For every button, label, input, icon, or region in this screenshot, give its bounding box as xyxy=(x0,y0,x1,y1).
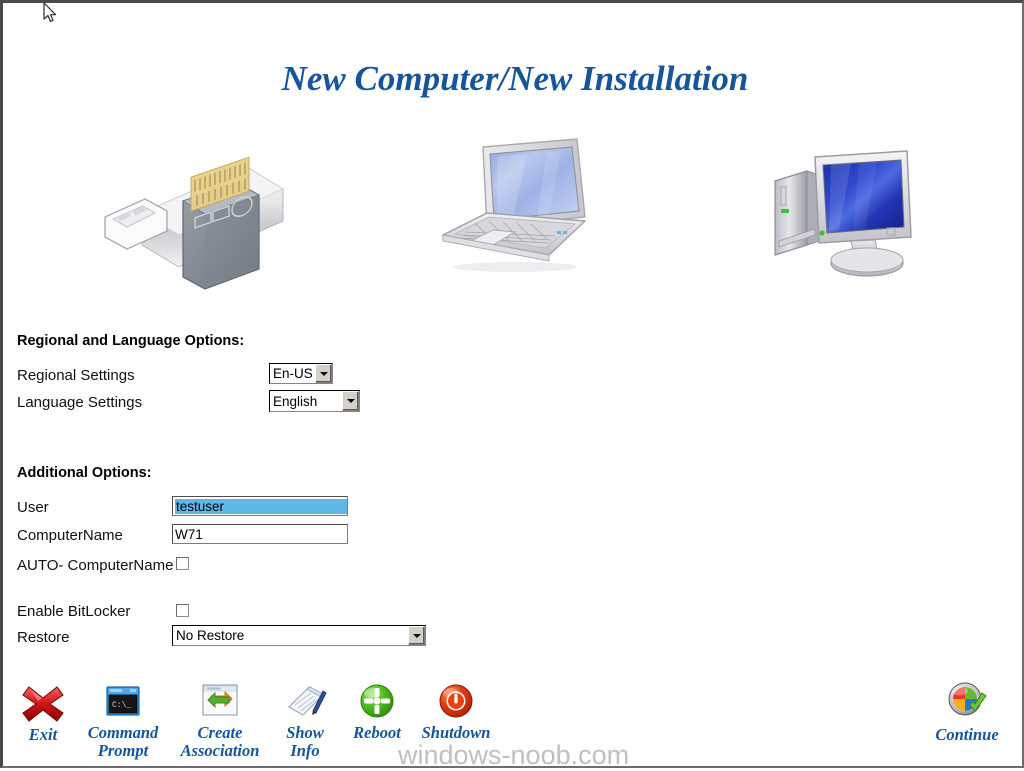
computername-input-value: W71 xyxy=(175,526,203,542)
continue-button[interactable]: Continue xyxy=(921,681,1013,744)
user-input[interactable]: testuser xyxy=(172,496,348,516)
mouse-cursor xyxy=(43,2,57,23)
auto-computername-label: AUTO- ComputerName xyxy=(17,557,174,574)
show-info-label: Show Info xyxy=(286,723,324,760)
create-association-label: Create Association xyxy=(180,723,260,760)
command-prompt-icon: C:\_ xyxy=(106,686,140,716)
command-prompt-label: Command Prompt xyxy=(87,723,159,760)
user-label: User xyxy=(17,499,49,516)
svg-text:C:\_: C:\_ xyxy=(112,701,131,710)
user-input-value: testuser xyxy=(175,498,347,514)
enable-bitlocker-label: Enable BitLocker xyxy=(17,603,131,620)
create-association-button[interactable]: Create Association xyxy=(171,681,269,760)
chevron-down-icon[interactable] xyxy=(408,626,425,645)
exit-button[interactable]: Exit xyxy=(11,683,75,744)
desktop-pc-image xyxy=(759,133,939,283)
shutdown-icon xyxy=(439,684,473,718)
language-settings-value: English xyxy=(273,393,318,409)
continue-label: Continue xyxy=(935,725,999,744)
chevron-down-icon[interactable] xyxy=(342,391,359,411)
computername-input[interactable]: W71 xyxy=(172,524,348,544)
additional-options-heading: Additional Options: xyxy=(17,465,152,481)
chevron-down-icon[interactable] xyxy=(315,364,332,383)
watermark: windows-noob.com xyxy=(398,740,630,770)
red-x-icon xyxy=(22,686,64,722)
installation-window: New Computer/New Installation Regional a… xyxy=(0,0,1024,770)
computername-label: ComputerName xyxy=(17,527,123,544)
enable-bitlocker-checkbox[interactable] xyxy=(176,604,189,617)
usb-flash-drive-image xyxy=(87,151,287,291)
windows-continue-icon xyxy=(948,682,987,716)
laptop-image xyxy=(427,135,603,275)
create-association-icon xyxy=(202,684,238,716)
command-prompt-button[interactable]: C:\_ Command Prompt xyxy=(76,681,170,760)
reboot-icon xyxy=(360,684,394,718)
page-title: New Computer/New Installation xyxy=(281,59,749,98)
language-settings-label: Language Settings xyxy=(17,394,143,411)
language-settings-select[interactable]: English xyxy=(269,390,360,412)
regional-settings-select[interactable]: En-US xyxy=(269,363,333,384)
restore-select[interactable]: No Restore xyxy=(172,625,426,646)
auto-computername-checkbox[interactable] xyxy=(176,557,189,570)
show-info-button[interactable]: Show Info xyxy=(273,681,337,760)
restore-label: Restore xyxy=(17,629,70,646)
regional-options-heading: Regional and Language Options: xyxy=(17,333,245,349)
show-info-icon xyxy=(288,686,327,716)
shutdown-button[interactable]: Shutdown xyxy=(415,681,497,742)
exit-label: Exit xyxy=(28,725,58,744)
reboot-button[interactable]: Reboot xyxy=(345,681,409,742)
regional-settings-value: En-US xyxy=(273,366,313,381)
regional-settings-label: Regional Settings xyxy=(17,367,135,384)
restore-value: No Restore xyxy=(176,628,245,643)
